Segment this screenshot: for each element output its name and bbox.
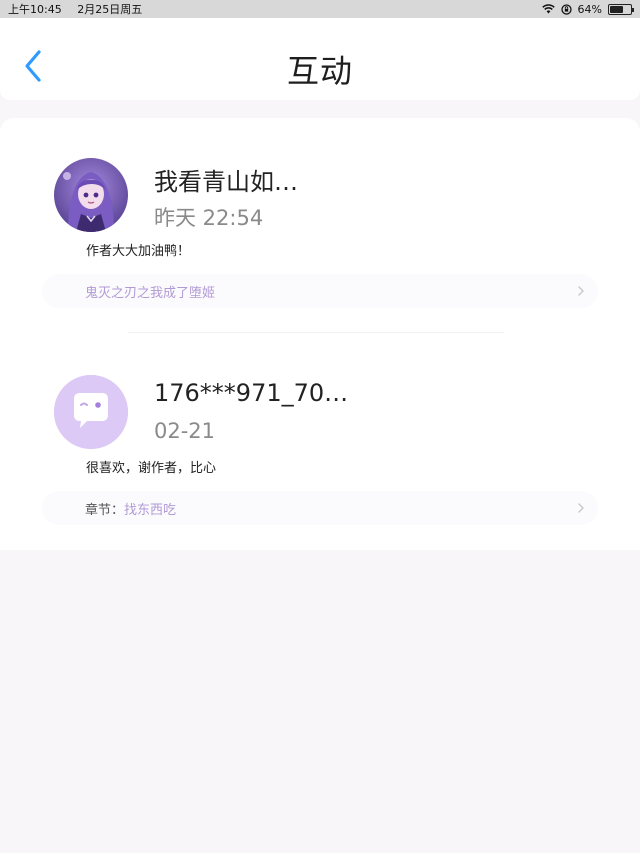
- page-title: 互动: [286, 52, 353, 90]
- list-item: 我看青山如… 昨天 22:54 作者大大加油鸭！ 鬼灭之刃之我成了堕姬: [0, 118, 640, 318]
- source-link: 找东西吃: [124, 502, 177, 518]
- source-link-bar[interactable]: 章节： 找东西吃: [42, 491, 598, 525]
- comment-time: 昨天 22:54: [154, 206, 264, 230]
- list-item: 176***971_70… 02-21 很喜欢，谢作者，比心 章节： 找东西吃: [0, 335, 640, 535]
- avatar[interactable]: [54, 158, 128, 232]
- comment-text: 作者大大加油鸭！: [86, 244, 191, 259]
- battery-percent: 64%: [577, 2, 602, 16]
- source-prefix: 章节：: [85, 502, 125, 518]
- battery-fill: [610, 5, 623, 13]
- comment-time: 02-21: [154, 419, 216, 443]
- battery-icon: [608, 3, 634, 15]
- avatar[interactable]: [54, 375, 128, 449]
- comment-text: 很喜欢，谢作者，比心: [86, 461, 217, 476]
- status-date: 2月25日周五: [77, 3, 143, 16]
- anime-girl-avatar-icon: [54, 158, 128, 232]
- chat-bubble-avatar-icon: [54, 375, 128, 449]
- user-name[interactable]: 我看青山如…: [154, 162, 298, 197]
- comment-list: 我看青山如… 昨天 22:54 作者大大加油鸭！ 鬼灭之刃之我成了堕姬 176*…: [0, 118, 640, 550]
- source-link-bar[interactable]: 鬼灭之刃之我成了堕姬: [42, 274, 598, 308]
- status-right: 64%: [541, 2, 634, 16]
- status-bar: 上午10:45 2月25日周五 64%: [0, 0, 640, 18]
- chevron-right-icon: [578, 286, 584, 296]
- orientation-lock-icon: [560, 3, 572, 15]
- status-left: 上午10:45 2月25日周五: [8, 1, 154, 17]
- status-time: 上午10:45: [8, 3, 62, 16]
- user-name[interactable]: 176***971_70…: [154, 379, 348, 407]
- source-link: 鬼灭之刃之我成了堕姬: [85, 285, 216, 301]
- divider: [128, 332, 504, 333]
- wifi-icon: [541, 4, 555, 14]
- header: 互动: [0, 18, 640, 100]
- chevron-right-icon: [578, 503, 584, 513]
